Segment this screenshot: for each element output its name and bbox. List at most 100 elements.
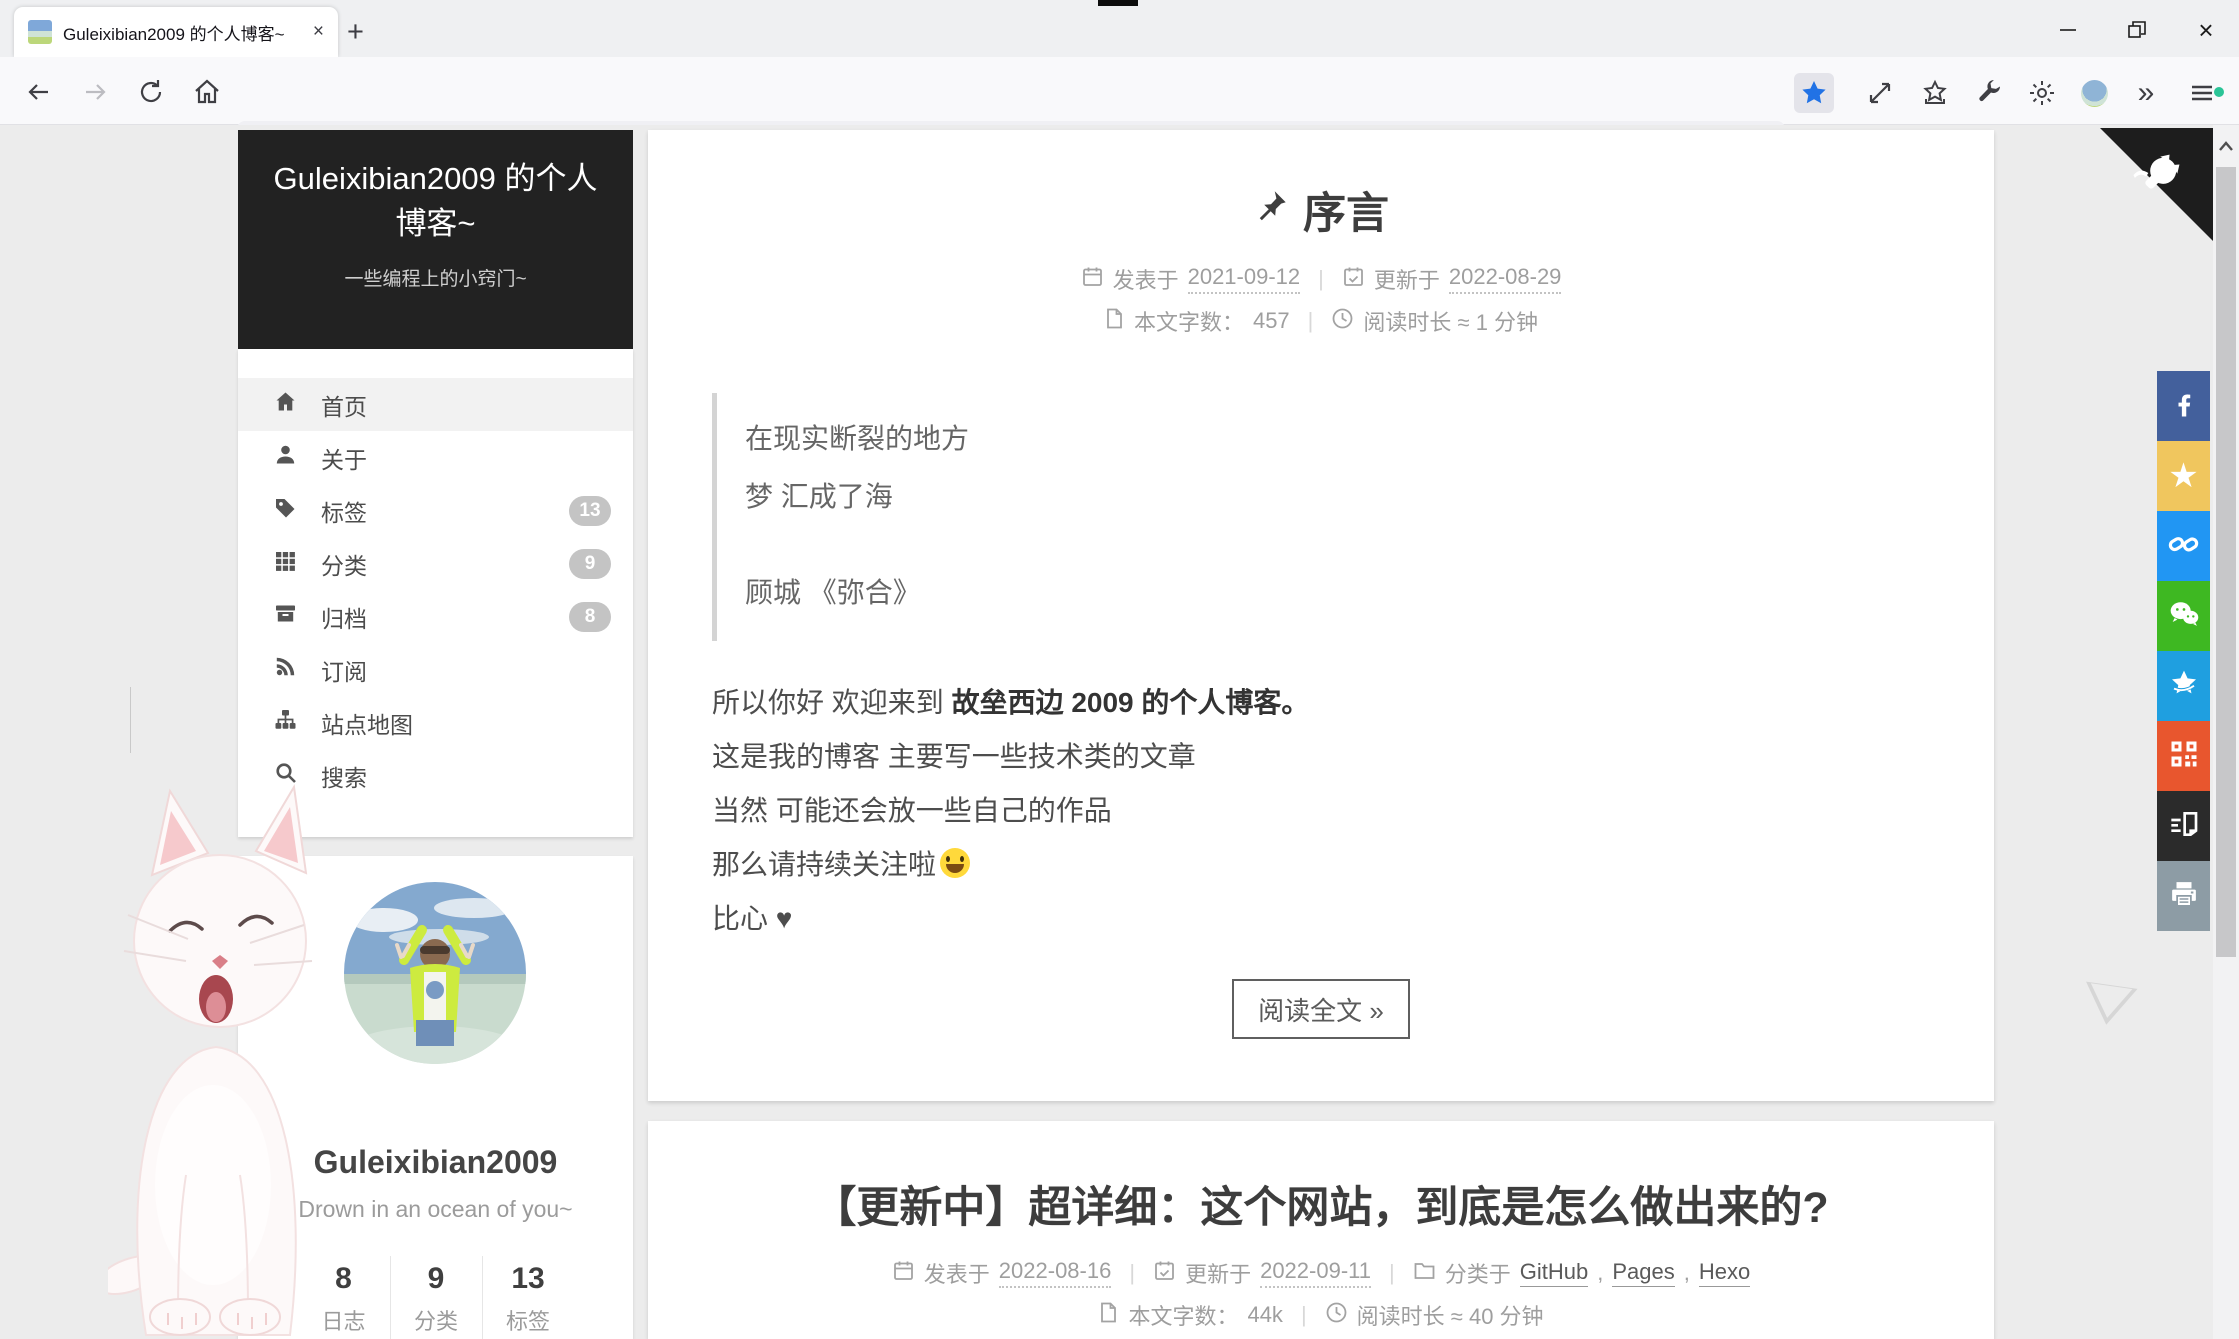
back-icon[interactable]	[20, 73, 58, 111]
app-menu-icon[interactable]	[2182, 73, 2224, 113]
github-corner[interactable]	[2100, 128, 2213, 241]
readtime-text: 阅读时长 ≈ 40 分钟	[1356, 1304, 1544, 1329]
sidebar-item-search[interactable]: 搜索	[238, 749, 633, 802]
favorite-share-button[interactable]: ★	[2157, 441, 2210, 511]
read-more-button[interactable]: 阅读全文 »	[1232, 979, 1410, 1039]
body-paragraph: 所以你好 欢迎来到 故垒西边 2009 的个人博客。	[712, 683, 1930, 723]
menu-label: 站点地图	[321, 711, 413, 738]
link-icon	[2168, 528, 2200, 565]
folder-icon	[1413, 1259, 1436, 1288]
wrench-icon[interactable]	[1970, 73, 2010, 113]
wordcount-label: 本文字数：	[1128, 1304, 1239, 1329]
body-paragraph: 这是我的博客 主要写一些技术类的文章	[712, 741, 1196, 772]
author-stats: 8 日志 9 分类 13 标签	[238, 1256, 633, 1339]
forward-icon[interactable]	[76, 73, 114, 111]
sidebar-item-about[interactable]: 关于	[238, 431, 633, 484]
categories-meta: 分类于 GitHub , Pages , Hexo	[1413, 1257, 1751, 1289]
reload-icon[interactable]	[132, 73, 170, 111]
post-meta-line1: 发表于 2021-09-12 | 更新于 2022-08-29	[648, 263, 1994, 295]
quote-attribution: 顾城 《弥合》	[745, 577, 921, 608]
sidebar-item-categories[interactable]: 分类 9	[238, 537, 633, 590]
copy-link-button[interactable]	[2157, 511, 2210, 581]
readtime-meta: 阅读时长 ≈ 1 分钟	[1331, 305, 1538, 337]
post-title[interactable]: 【更新中】超详细：这个网站，到底是怎么做出来的?	[648, 1173, 1994, 1235]
wordcount-meta: 本文字数： 457	[1104, 305, 1290, 337]
read-mode-button[interactable]	[2157, 791, 2210, 861]
post-card: 序言 发表于 2021-09-12 | 更新于 2022-08-29 本文字数：…	[648, 130, 1994, 1101]
stat-posts[interactable]: 8 日志	[298, 1256, 390, 1339]
quote-line: 在现实断裂的地方	[745, 423, 970, 454]
quote-block: 在现实断裂的地方 梦 汇成了海 顾城 《弥合》	[712, 393, 1930, 641]
stat-tags[interactable]: 13 标签	[481, 1256, 574, 1339]
sidebar-item-sitemap[interactable]: 站点地图	[238, 696, 633, 749]
published-date[interactable]: 2022-08-16	[998, 1258, 1112, 1288]
intro-text: 所以你好 欢迎来到	[712, 687, 952, 718]
author-avatar[interactable]	[344, 882, 526, 1064]
updated-meta: 更新于 2022-08-29	[1342, 263, 1562, 295]
archive-icon	[274, 602, 297, 631]
notification-dot	[2214, 87, 2224, 97]
close-button[interactable]: ×	[2183, 10, 2229, 50]
readtime-meta: 阅读时长 ≈ 40 分钟	[1325, 1299, 1544, 1331]
bookmark-star-icon[interactable]	[1794, 73, 1834, 113]
qzone-share-button[interactable]	[2157, 651, 2210, 721]
menu-label: 归档	[321, 605, 367, 632]
gear-icon[interactable]	[2022, 73, 2062, 113]
wordcount-label: 本文字数：	[1133, 310, 1244, 335]
author-tagline: Drown in an ocean of you~	[298, 1196, 573, 1222]
minimize-button[interactable]	[2045, 10, 2091, 50]
new-tab-button[interactable]: +	[347, 14, 364, 50]
sidebar-item-home[interactable]: 首页	[238, 378, 633, 431]
clock-icon	[1325, 1301, 1348, 1330]
facebook-share-button[interactable]	[2157, 371, 2210, 441]
stat-categories[interactable]: 9 分类	[389, 1256, 482, 1339]
sidebar-item-tags[interactable]: 标签 13	[238, 484, 633, 537]
updated-date[interactable]: 2022-08-29	[1448, 264, 1562, 294]
tab-close-icon[interactable]: ×	[313, 21, 324, 43]
menu-label: 首页	[321, 393, 367, 420]
home-icon[interactable]	[188, 73, 226, 111]
comma: ,	[1597, 1260, 1604, 1285]
published-date[interactable]: 2021-09-12	[1187, 264, 1301, 294]
stat-label: 标签	[505, 1309, 550, 1334]
body-paragraph: 当然 可能还会放一些自己的作品	[712, 795, 1112, 826]
site-subtitle: 一些编程上的小窍门~	[344, 269, 527, 290]
author-card: Guleixibian2009 Drown in an ocean of you…	[238, 856, 633, 1339]
sidebar-item-archive[interactable]: 归档 8	[238, 590, 633, 643]
calendar-icon	[892, 1259, 915, 1288]
scroll-up-arrow[interactable]	[2213, 133, 2239, 159]
post-title[interactable]: 序言	[648, 179, 1994, 241]
scrollbar-thumb[interactable]	[2216, 167, 2236, 957]
pin-icon	[1253, 186, 1289, 235]
stat-label: 分类	[413, 1309, 458, 1334]
sidebar-menu: 首页 关于 标签 13 分类 9 归档 8 订阅 站点地图 搜索	[238, 349, 633, 837]
print-button[interactable]	[2157, 861, 2210, 931]
post-title-text: 序言	[1303, 190, 1389, 238]
site-title[interactable]: Guleixibian2009 的个人博客~	[238, 130, 633, 246]
titlebar-mark	[1098, 0, 1138, 6]
page-scrollbar[interactable]	[2213, 125, 2239, 1339]
account-avatar[interactable]	[2074, 73, 2114, 113]
updated-date[interactable]: 2022-09-11	[1260, 1258, 1371, 1288]
tab-favicon-icon	[28, 20, 52, 44]
qrcode-share-button[interactable]	[2157, 721, 2210, 791]
fullscreen-icon[interactable]	[1860, 73, 1900, 113]
category-link-hexo[interactable]: Hexo	[1698, 1259, 1751, 1287]
page-viewport: Guleixibian2009 的个人博客~ 一些编程上的小窍门~ 首页 关于 …	[0, 125, 2213, 1339]
save-to-pocket-icon[interactable]	[1915, 73, 1955, 113]
sidebar-item-rss[interactable]: 订阅	[238, 643, 633, 696]
overflow-chevrons-icon[interactable]: »	[2126, 73, 2166, 113]
browser-tab[interactable]: Guleixibian2009 的个人博客~ ×	[14, 7, 338, 57]
category-link-pages[interactable]: Pages	[1612, 1259, 1675, 1287]
restore-button[interactable]	[2114, 10, 2160, 50]
wechat-share-button[interactable]	[2157, 581, 2210, 651]
wordcount-value: 457	[1252, 308, 1290, 333]
calendar-check-icon	[1342, 265, 1365, 294]
category-link-github[interactable]: GitHub	[1519, 1259, 1589, 1287]
share-toolbar: ★	[2157, 371, 2210, 931]
body-text: 那么请持续关注啦	[712, 849, 937, 880]
decorative-hairline	[130, 687, 131, 753]
menu-label: 分类	[321, 552, 367, 579]
wechat-icon	[2168, 598, 2200, 635]
meta-separator: |	[1129, 1260, 1136, 1285]
